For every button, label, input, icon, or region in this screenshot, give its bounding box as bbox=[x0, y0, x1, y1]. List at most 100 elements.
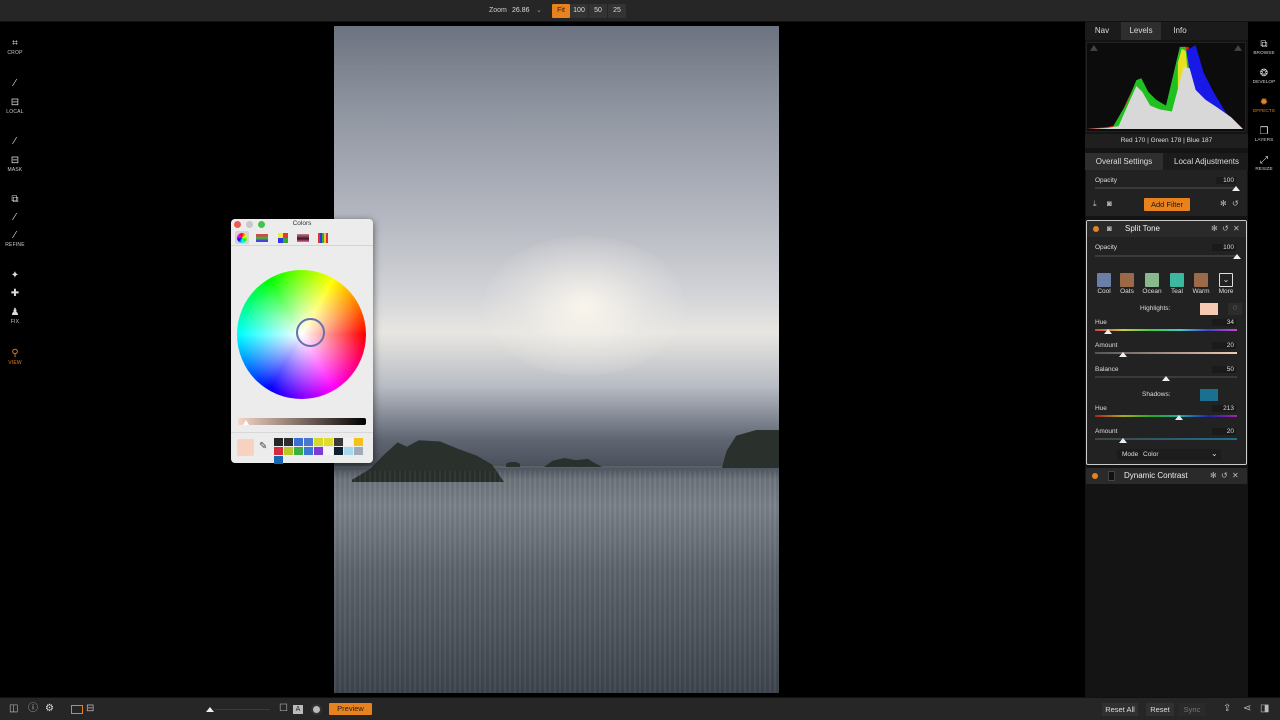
balance-value[interactable]: 50 bbox=[1212, 366, 1236, 373]
toggle-left-panel-icon[interactable]: ◫ bbox=[9, 703, 18, 715]
shadow-amount-value[interactable]: 20 bbox=[1212, 428, 1236, 435]
color-swatch[interactable] bbox=[324, 447, 333, 455]
toggle-right-panel-icon[interactable]: ◨ bbox=[1260, 703, 1269, 715]
dynamic-contrast-filter[interactable]: Dynamic Contrast ✻ ↺ ✕ bbox=[1086, 468, 1247, 484]
mask-view-icon[interactable] bbox=[311, 704, 322, 715]
color-swatch[interactable] bbox=[284, 447, 293, 455]
preset-warm-swatch[interactable] bbox=[1194, 273, 1208, 287]
export-filter-icon[interactable]: ⤓ bbox=[1093, 199, 1097, 209]
color-swatch[interactable] bbox=[324, 438, 333, 446]
zoom-fit-button[interactable]: Fit bbox=[552, 4, 570, 18]
layers-module[interactable]: ❐ LAYERS bbox=[1248, 126, 1280, 143]
size-slider-thumb[interactable] bbox=[206, 707, 214, 712]
mask-icon[interactable]: ◙ bbox=[1107, 224, 1112, 233]
highlight-amount-value[interactable]: 20 bbox=[1212, 342, 1236, 349]
mask-tool[interactable]: ⊟ MASK bbox=[0, 155, 30, 173]
zoom-100-button[interactable]: 100 bbox=[570, 4, 588, 18]
before-after-icon[interactable]: A bbox=[293, 705, 303, 714]
settings-gear-icon[interactable]: ✻ bbox=[1220, 199, 1227, 208]
highlight-hue-slider[interactable] bbox=[1095, 329, 1237, 331]
colors-window[interactable]: Colors ✎ bbox=[231, 219, 373, 464]
overall-opacity-thumb[interactable] bbox=[1232, 186, 1240, 191]
filter-reset-icon[interactable]: ↺ bbox=[1222, 224, 1229, 233]
color-swatch[interactable] bbox=[354, 438, 363, 446]
tab-levels[interactable]: Levels bbox=[1121, 22, 1161, 40]
colors-titlebar[interactable]: Colors bbox=[231, 219, 373, 229]
reset-icon[interactable]: ↺ bbox=[1232, 199, 1239, 208]
refine-brush-tool[interactable]: ⁄ bbox=[0, 212, 30, 223]
current-color-well[interactable] bbox=[237, 439, 254, 456]
mask-toggle-icon[interactable]: ◙ bbox=[1107, 199, 1112, 208]
local-brush-tool[interactable]: ⁄ bbox=[0, 78, 30, 89]
color-swatch[interactable] bbox=[344, 438, 353, 446]
shadow-amount-slider[interactable] bbox=[1095, 438, 1237, 440]
zoom-dropdown-chevron-icon[interactable]: ⌄ bbox=[536, 6, 542, 14]
tab-info[interactable]: Info bbox=[1163, 22, 1197, 40]
view-tool[interactable]: ⚲ VIEW bbox=[0, 348, 30, 366]
color-swatch[interactable] bbox=[294, 447, 303, 455]
color-swatch[interactable] bbox=[294, 438, 303, 446]
highlight-amount-slider[interactable] bbox=[1095, 352, 1237, 354]
help-icon[interactable]: ⓘ bbox=[28, 703, 38, 715]
color-swatch[interactable] bbox=[334, 447, 343, 455]
shadow-hue-thumb[interactable] bbox=[1174, 415, 1183, 420]
color-swatch[interactable] bbox=[354, 447, 363, 455]
color-swatch[interactable] bbox=[344, 447, 353, 455]
filter-settings-icon[interactable]: ✻ bbox=[1210, 471, 1217, 480]
image-palettes-tab[interactable] bbox=[296, 231, 310, 244]
single-view-icon[interactable] bbox=[71, 705, 83, 714]
color-swatch[interactable] bbox=[314, 447, 323, 455]
fix-tool[interactable]: ♟ FIX bbox=[0, 307, 30, 325]
export-icon[interactable]: ⇪ bbox=[1223, 703, 1231, 715]
color-swatch[interactable] bbox=[334, 438, 343, 446]
preset-cool-swatch[interactable] bbox=[1097, 273, 1111, 287]
highlight-hue-value[interactable]: 34 bbox=[1212, 319, 1236, 326]
highlights-color-well[interactable] bbox=[1200, 303, 1218, 315]
brightness-slider[interactable] bbox=[238, 418, 366, 425]
filter-enabled-dot[interactable] bbox=[1093, 226, 1099, 232]
local-tool[interactable]: ⊟ LOCAL bbox=[0, 97, 30, 115]
brightness-slider-thumb[interactable] bbox=[243, 420, 249, 425]
shadow-hue-slider[interactable] bbox=[1095, 415, 1237, 417]
reset-button[interactable]: Reset bbox=[1146, 703, 1174, 716]
filter-settings-icon[interactable]: ✻ bbox=[1211, 224, 1218, 233]
refine-tool[interactable]: ⁄ REFINE bbox=[0, 230, 30, 248]
filter-reset-icon[interactable]: ↺ bbox=[1221, 471, 1228, 480]
preset-ocean-swatch[interactable] bbox=[1145, 273, 1159, 287]
eyedropper-icon[interactable]: ✎ bbox=[259, 441, 267, 452]
color-swatch[interactable] bbox=[284, 438, 293, 446]
overall-opacity-slider[interactable] bbox=[1095, 187, 1237, 189]
photo-canvas[interactable] bbox=[334, 26, 779, 693]
sync-button[interactable]: Sync bbox=[1179, 703, 1205, 716]
overall-opacity-value[interactable]: 100 bbox=[1216, 177, 1236, 184]
color-swatch[interactable] bbox=[274, 456, 283, 464]
develop-module[interactable]: ❂ DEVELOP bbox=[1248, 68, 1280, 85]
highlights-picker-icon[interactable]: ◌ bbox=[1228, 303, 1242, 315]
compare-icon[interactable]: ☐ bbox=[279, 703, 288, 715]
filter-enabled-dot[interactable] bbox=[1092, 473, 1098, 479]
highlight-amount-thumb[interactable] bbox=[1119, 352, 1128, 357]
shadow-hue-value[interactable]: 213 bbox=[1212, 405, 1236, 412]
filter-close-icon[interactable]: ✕ bbox=[1232, 471, 1239, 480]
filter-close-icon[interactable]: ✕ bbox=[1233, 224, 1240, 233]
split-opacity-thumb[interactable] bbox=[1233, 254, 1241, 259]
tab-overall-settings[interactable]: Overall Settings bbox=[1085, 153, 1163, 170]
tab-nav[interactable]: Nav bbox=[1085, 22, 1119, 40]
color-swatch[interactable] bbox=[304, 438, 313, 446]
shadows-color-well[interactable] bbox=[1200, 389, 1218, 401]
add-filter-button[interactable]: Add Filter bbox=[1144, 198, 1190, 211]
highlight-hue-thumb[interactable] bbox=[1103, 329, 1112, 334]
reset-all-button[interactable]: Reset All bbox=[1102, 703, 1138, 716]
color-wheel-selector[interactable] bbox=[296, 318, 325, 347]
pencils-tab[interactable] bbox=[316, 231, 330, 244]
crop-tool[interactable]: ⌗ CROP bbox=[0, 38, 30, 56]
mode-dropdown[interactable]: Mode Color ⌄ bbox=[1117, 449, 1221, 460]
split-opacity-value[interactable]: 100 bbox=[1212, 244, 1236, 251]
color-swatch[interactable] bbox=[304, 447, 313, 455]
browse-module[interactable]: ⧉ BROWSE bbox=[1248, 39, 1280, 56]
zoom-50-button[interactable]: 50 bbox=[589, 4, 607, 18]
split-opacity-slider[interactable] bbox=[1095, 255, 1237, 257]
balance-thumb[interactable] bbox=[1162, 376, 1170, 381]
color-swatch[interactable] bbox=[274, 447, 283, 455]
effects-module[interactable]: ✹ EFFECTS bbox=[1248, 97, 1280, 114]
